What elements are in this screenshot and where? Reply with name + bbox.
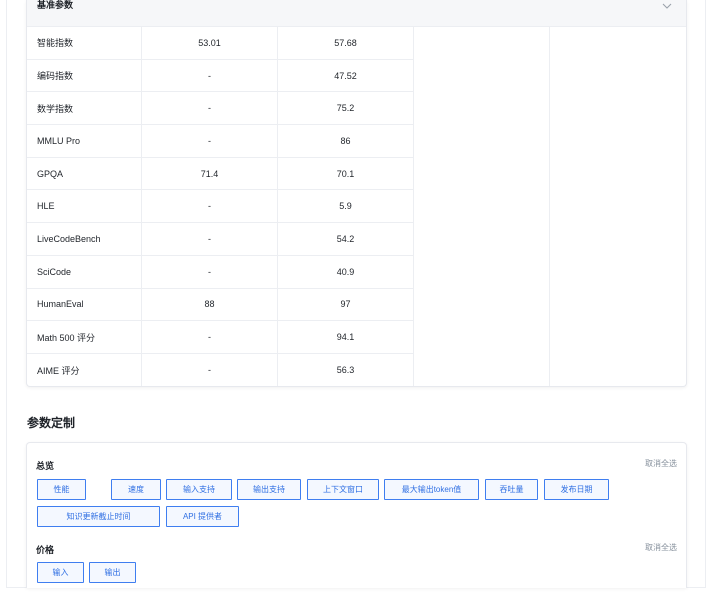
table-row: AIME 评分 -56.3 [27, 353, 686, 386]
empty-cell [414, 223, 551, 256]
empty-cell [414, 157, 551, 191]
table-row: HLE -5.9 [27, 190, 686, 224]
empty-cell [414, 321, 551, 354]
benchmark-value-model-2: 57.68 [278, 27, 414, 60]
benchmark-value-model-2: 86 [278, 125, 414, 158]
price-deselect-all-link[interactable]: 取消全选 [645, 542, 677, 553]
benchmark-value-model-2: 40.9 [278, 255, 414, 289]
empty-cell [414, 255, 551, 289]
price-group-label: 价格 [36, 545, 55, 555]
benchmark-name: 数学指数 [27, 92, 142, 126]
empty-cell [414, 353, 551, 386]
benchmark-name: MMLU Pro [27, 125, 142, 158]
benchmark-value-model-2: 70.1 [278, 157, 414, 191]
chip-input-support[interactable]: 输入支持 [166, 479, 232, 500]
table-row: 智能指数 53.01 57.68 [27, 27, 686, 60]
empty-cell [550, 60, 686, 93]
benchmark-value-model-1: - [141, 223, 279, 256]
empty-cell [550, 223, 686, 256]
table-row: GPQA 71.4 70.1 [27, 157, 686, 191]
chip-price-input[interactable]: 输入 [37, 562, 84, 583]
benchmark-value-model-1: - [141, 255, 279, 289]
benchmark-value-model-2: 47.52 [278, 59, 414, 93]
table-row: 数学指数 -75.2 [27, 92, 686, 126]
empty-cell [414, 190, 551, 224]
chevron-down-icon[interactable] [660, 0, 674, 13]
benchmark-value-model-1: - [141, 92, 279, 126]
benchmark-name: AIME 评分 [27, 353, 142, 386]
overview-deselect-all-link[interactable]: 取消全选 [645, 458, 677, 469]
table-row: LiveCodeBench -54.2 [27, 223, 686, 256]
benchmark-value-model-1: - [141, 321, 279, 354]
benchmark-table: 智能指数 53.01 57.68 编码指数 -47.52 数学指数 -75.2 MMLU Pr… [27, 27, 686, 386]
empty-cell [550, 256, 686, 289]
benchmark-value-model-1: - [141, 190, 279, 224]
empty-cell [414, 59, 551, 93]
empty-cell [550, 125, 686, 158]
empty-cell [550, 321, 686, 354]
benchmark-name: 智能指数 [27, 27, 142, 60]
benchmark-value-model-1: - [142, 353, 279, 386]
benchmark-value-model-2: 54.2 [278, 223, 414, 256]
benchmark-panel: 基准参数 智能指数 53.01 57.68 编码指数 -47.52 数学指数 -75.2 MM… [26, 0, 687, 387]
benchmark-name: 编码指数 [27, 59, 142, 93]
chip-release-date[interactable]: 发布日期 [544, 479, 609, 500]
benchmark-panel-title: 基准参数 [37, 0, 74, 10]
benchmark-value-model-1: 71.4 [141, 157, 279, 191]
table-row: MMLU Pro -86 [27, 125, 686, 158]
benchmark-panel-header[interactable]: 基准参数 [27, 0, 686, 27]
chip-performance[interactable]: 性能 [37, 479, 86, 500]
chip-speed[interactable]: 速度 [111, 479, 161, 500]
table-row: SciCode -40.9 [27, 255, 686, 289]
chip-price-output[interactable]: 输出 [89, 562, 136, 583]
empty-cell [550, 289, 686, 322]
customize-title: 参数定制 [27, 416, 76, 430]
chip-output-support[interactable]: 输出支持 [237, 479, 301, 500]
benchmark-value-model-1: 88 [141, 288, 279, 322]
empty-cell [414, 27, 551, 60]
empty-cell [550, 354, 686, 386]
chip-api-provider[interactable]: API 提供者 [166, 506, 239, 527]
benchmark-value-model-2: 75.2 [278, 92, 414, 126]
benchmark-name: Math 500 评分 [27, 321, 142, 354]
empty-cell [550, 27, 686, 60]
benchmark-value-model-2: 56.3 [278, 353, 414, 386]
benchmark-value-model-2: 5.9 [278, 190, 414, 224]
benchmark-value-model-1: - [141, 59, 279, 93]
benchmark-value-model-2: 94.1 [278, 321, 414, 354]
chip-knowledge-cutoff[interactable]: 知识更新截止时间 [37, 506, 160, 527]
chip-context-window[interactable]: 上下文窗口 [307, 479, 379, 500]
benchmark-value-model-1: 53.01 [141, 27, 279, 60]
empty-cell [550, 190, 686, 223]
benchmark-value-model-1: - [141, 125, 279, 158]
overview-group-label: 总览 [36, 461, 55, 471]
benchmark-name: GPQA [27, 157, 142, 191]
benchmark-value-model-2: 97 [278, 288, 414, 322]
benchmark-name: SciCode [27, 255, 142, 289]
customize-panel: 总览 取消全选 性能 速度 输入支持 输出支持 上下文窗口 最大输出token值… [26, 442, 687, 588]
empty-cell [414, 288, 551, 322]
empty-cell [550, 92, 686, 125]
empty-cell [414, 92, 551, 126]
empty-cell [550, 158, 686, 191]
table-row: 编码指数 -47.52 [27, 59, 686, 93]
benchmark-name: LiveCodeBench [27, 223, 142, 256]
empty-cell [414, 125, 551, 158]
chip-max-output-tokens[interactable]: 最大输出token值 [384, 479, 479, 500]
benchmark-name: HLE [27, 190, 142, 224]
chip-throughput[interactable]: 吞吐量 [485, 479, 538, 500]
table-row: Math 500 评分 -94.1 [27, 321, 686, 354]
table-row: HumanEval 88 97 [27, 288, 686, 322]
benchmark-name: HumanEval [27, 288, 142, 322]
